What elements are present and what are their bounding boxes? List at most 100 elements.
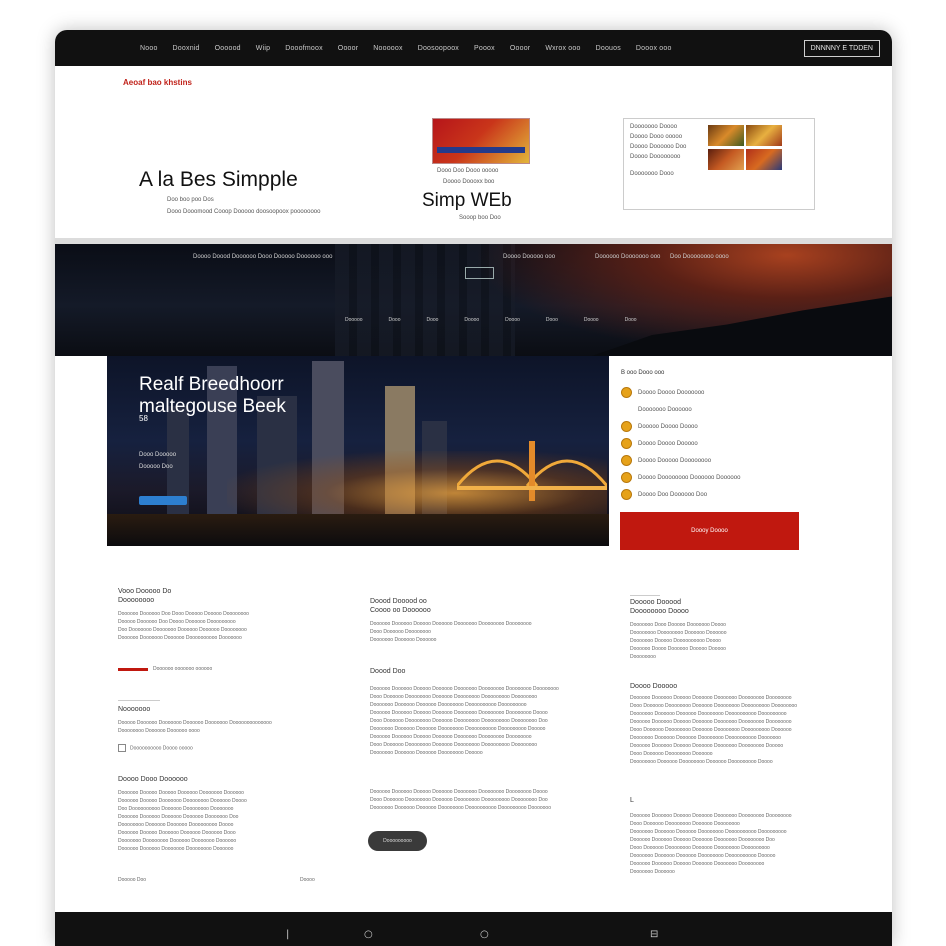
banner-nav-item[interactable]: Dooooo bbox=[345, 317, 363, 323]
content-column-left-3: Doooo Dooo Doooooo Doooooo Dooooo Dooooo… bbox=[118, 776, 328, 853]
dark-banner: Doooo Doood Doooooo Dooo Dooooo Doooooo … bbox=[55, 244, 892, 356]
content-column-right: Dooooo Dooood Doooooooo Doooo Dooooooo D… bbox=[630, 599, 830, 661]
hero-subtitle: Doo boo poo Dos bbox=[167, 197, 214, 203]
paragraph-line: Doooooo Doooooo Dooooo Doooooo Dooooooo … bbox=[630, 837, 775, 843]
banner-nav-item[interactable]: Dooo bbox=[546, 317, 558, 323]
ad-caption: Doooo Doooxx boo bbox=[443, 179, 495, 185]
paragraph-line: Dooooo Doooooo Doo Doooo Doooooo Doooooo… bbox=[118, 619, 236, 625]
paragraph-line: Doooooooo Doooooo Doooooo oooo bbox=[118, 728, 200, 734]
checkbox[interactable] bbox=[118, 744, 126, 752]
nav-item[interactable]: Wxrox ooo bbox=[545, 45, 580, 52]
nav-item[interactable]: Nooooox bbox=[373, 45, 402, 52]
menu-icon[interactable]: | bbox=[286, 929, 289, 940]
column-heading: Dooooo Dooood bbox=[630, 599, 681, 606]
nav-item[interactable]: Doouos bbox=[596, 45, 621, 52]
ad-banner-image[interactable] bbox=[432, 118, 530, 164]
banner-nav-item[interactable]: Dooo bbox=[625, 317, 637, 323]
feature-list-item[interactable]: Dooooo Doooo Doooo bbox=[621, 418, 740, 435]
feature-list-item[interactable]: Doooo Doo Doooooo Doo bbox=[621, 486, 740, 503]
banner-nav-item[interactable]: Dooo bbox=[426, 317, 438, 323]
paragraph-line: Dooo Doooooo Doooooooo Doooooo Doooooooo… bbox=[630, 845, 770, 851]
feature-list-item[interactable]: Doooo Dooooo Doooooooo bbox=[621, 452, 740, 469]
nav-item[interactable]: Dooxnid bbox=[173, 45, 200, 52]
paragraph-line: Doooooo Doooooo Dooooo Doooooo Dooooooo … bbox=[630, 743, 784, 749]
column-heading: Doooooooo Doooo bbox=[630, 608, 689, 615]
column-footer-link[interactable]: Doooo bbox=[300, 876, 315, 884]
gallery-thumbnail[interactable] bbox=[746, 125, 782, 146]
feature-button[interactable] bbox=[139, 496, 187, 505]
gallery-thumbnail[interactable] bbox=[746, 149, 782, 170]
paragraph-line: Doooooo Doooooo Dooooo Doooooo Dooooooo … bbox=[370, 789, 548, 795]
paragraph-line: Dooooooo Doooooo Doooooo Doooooooo Doooo… bbox=[630, 853, 776, 859]
brand-tag[interactable]: Aeoaf bao khstins bbox=[123, 78, 192, 87]
column-heading: Doooo Dooooo bbox=[630, 683, 678, 690]
paragraph-line: Doooooo Dooooo Dooooo Doooooo Dooooooo D… bbox=[118, 790, 244, 796]
banner-nav: Dooooo Dooo Dooo Doooo Doooo Dooo Doooo … bbox=[345, 317, 637, 323]
column-link[interactable]: Doooooo ooooooo oooooo bbox=[153, 665, 212, 673]
column-heading: Doooooooo bbox=[118, 597, 155, 604]
paragraph-line: Doooooo Doooooo Dooooo Doooooo Dooooooo … bbox=[630, 861, 765, 867]
gallery-thumbnail[interactable] bbox=[708, 149, 744, 170]
feature-list-item[interactable]: Doooo Doooooooo Doooooo Doooooo bbox=[621, 469, 740, 486]
nav-item[interactable]: Wiip bbox=[256, 45, 270, 52]
banner-nav-item[interactable]: Dooo bbox=[389, 317, 401, 323]
nav-item[interactable]: Nooo bbox=[140, 45, 158, 52]
nav-item[interactable]: Oooood bbox=[215, 45, 241, 52]
feature-title: Realf Breedhoorr maltegouse Beek bbox=[139, 374, 286, 418]
paragraph-line: Doooooooo Doooooo Doooooo Dooooooooo Doo… bbox=[118, 822, 234, 828]
paragraph-line: Doooooo Doooooo Dooooo Doooooo Dooooooo … bbox=[370, 686, 559, 692]
ad-caption: Dooo Doo Dooo ooooo bbox=[437, 168, 499, 174]
bullet-icon bbox=[621, 421, 632, 432]
feature-list-item[interactable]: Doooo Doooo Dooooo bbox=[621, 435, 740, 452]
column-heading: Vooo Dooooo Do bbox=[118, 588, 172, 595]
paragraph-line: Dooooooo Doooooooo Doooooo Dooooooo Dooo… bbox=[118, 838, 237, 844]
gallery-text: Doooo Doooooooo bbox=[630, 154, 681, 160]
home-icon[interactable]: ○ bbox=[480, 929, 489, 940]
paragraph-line: Doooooo Dooooo Dooooooo Doooooooo Dooooo… bbox=[118, 798, 247, 804]
paragraph-line: Doooooo Doooooo Dooooooo Doooooooo Doooo… bbox=[118, 846, 234, 852]
link-accent-bar bbox=[118, 668, 148, 671]
feature-title-line: maltegouse Beek bbox=[139, 396, 286, 417]
column-footer-left: Dooooo Doo bbox=[118, 876, 146, 884]
paragraph-line: Dooo Doooooo Doooooooo bbox=[370, 629, 431, 635]
paragraph-line: Doooooooo Doooooo Doooooooo Doooooo Dooo… bbox=[630, 759, 773, 765]
bullet-icon bbox=[621, 455, 632, 466]
home-icon[interactable]: ○ bbox=[364, 929, 373, 940]
red-cta-button[interactable]: Doooy Doooo bbox=[620, 512, 799, 550]
read-more-button[interactable]: Dooooooooo bbox=[368, 831, 427, 851]
feature-title-line: Realf Breedhoorr bbox=[139, 374, 284, 395]
banner-text: Doo Doooooooo oooo bbox=[670, 254, 729, 260]
feature-list-label: Doooo Doooo Dooooo bbox=[638, 440, 698, 447]
nav-cta-button[interactable]: DNNNNY E TDDEN bbox=[803, 39, 880, 57]
back-icon[interactable]: ⊟ bbox=[650, 929, 658, 940]
feature-list-item[interactable]: Dooooooo Doooooo bbox=[621, 401, 740, 418]
nav-item[interactable]: Oooor bbox=[338, 45, 358, 52]
checkbox-label: Doooooooooo Doooo ooooo bbox=[130, 745, 193, 752]
feature-list-label: Doooo Doooo Dooooooo bbox=[638, 389, 705, 396]
column-footer-link[interactable]: Dooooo Doo bbox=[118, 876, 146, 884]
hero-title: A la Bes Simpple bbox=[139, 168, 298, 191]
column-heading: Doood Doo bbox=[370, 668, 406, 675]
nav-item[interactable]: Doosoopoox bbox=[418, 45, 459, 52]
nav-item[interactable]: Dooofmoox bbox=[285, 45, 323, 52]
column-footer-right: Doooo bbox=[300, 876, 315, 884]
feature-list-item[interactable]: Doooo Doooo Dooooooo bbox=[621, 384, 740, 401]
nav-item[interactable]: Dooox ooo bbox=[636, 45, 672, 52]
river-reflection bbox=[107, 514, 609, 546]
banner-nav-item[interactable]: Doooo bbox=[584, 317, 599, 323]
nav-item[interactable]: Pooox bbox=[474, 45, 495, 52]
banner-button[interactable] bbox=[465, 267, 494, 279]
paragraph-line: Dooooooo Doooooo Doooooo Doooooooo Doooo… bbox=[370, 702, 527, 708]
checkbox-row-content: Doooooooooo Doooo ooooo bbox=[118, 744, 193, 752]
feature-list-label: Doooo Dooooo Doooooooo bbox=[638, 457, 712, 464]
column-heading: Doooo Dooo Doooooo bbox=[118, 776, 188, 783]
nav-item[interactable]: Oooor bbox=[510, 45, 530, 52]
feature-image[interactable]: Realf Breedhoorr maltegouse Beek 58 Dooo… bbox=[107, 356, 609, 546]
banner-nav-item[interactable]: Doooo bbox=[505, 317, 520, 323]
gallery-widget[interactable]: Dooooooo Doooo Doooo Dooo ooooo Doooo Do… bbox=[623, 118, 815, 210]
paragraph-line: Doooooo Dooooo Doooooo Doooooo Doooooo D… bbox=[118, 830, 236, 836]
gallery-thumbnail[interactable] bbox=[708, 125, 744, 146]
banner-nav-item[interactable]: Doooo bbox=[464, 317, 479, 323]
paragraph-line: Dooo Doooooo Doooooooo Doooooo Doooooooo… bbox=[630, 727, 792, 733]
checkbox-row[interactable]: Doooooooooo Doooo ooooo bbox=[118, 744, 193, 752]
